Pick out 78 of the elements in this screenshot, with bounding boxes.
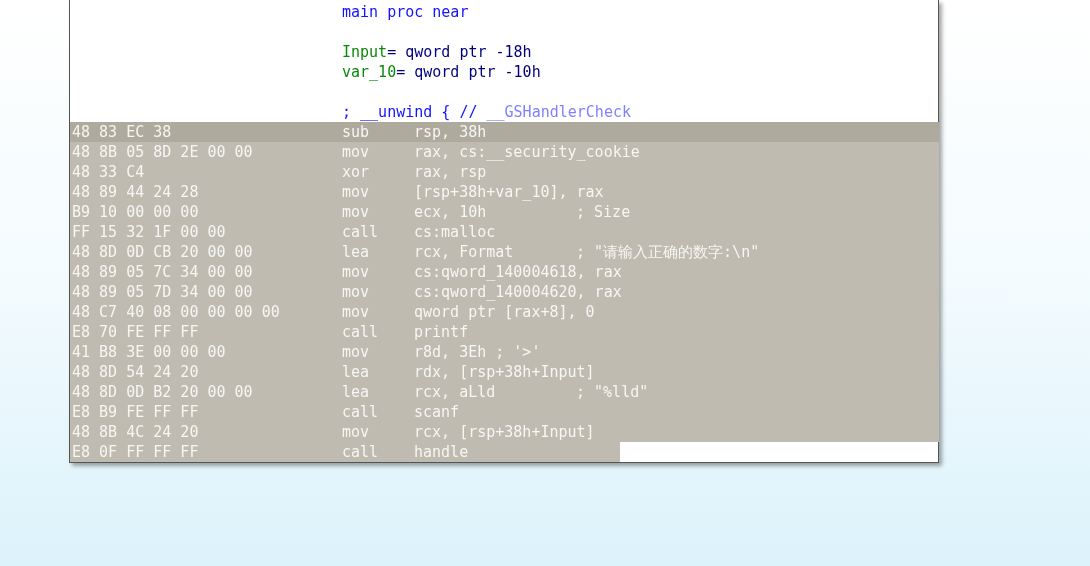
operands: qword ptr [rax+8], 0 [414,302,595,322]
opcode-bytes: 48 8D 54 24 20 [72,362,200,382]
mnemonic: mov [342,262,371,282]
opcode-bytes: 48 89 05 7D 34 00 00 [72,282,254,302]
code-text: main proc near [342,3,469,21]
opcode-bytes: 48 89 44 24 28 [72,182,200,202]
operands: rcx, aLld [414,382,497,402]
operands: cs:qword_140004618, rax [414,262,622,282]
code-text: var_10 [342,63,397,81]
instruction-row[interactable]: 48 83 EC 38 sub rsp, 38h [70,122,939,142]
opcode-bytes: 48 8D 0D B2 20 00 00 [72,382,254,402]
operands: printf [414,322,470,342]
opcode-bytes: E8 0F FF FF FF [72,442,200,462]
instruction-row[interactable]: 48 8D 54 24 20 lea rdx, [rsp+38h+Input] [70,362,939,382]
instruction-row[interactable]: B9 10 00 00 00 mov ecx, 10h ; Size [70,202,939,222]
operands: cs:malloc [414,222,497,242]
code-text: = qword ptr -18h [387,43,532,61]
instruction-row[interactable]: 48 8D 0D CB 20 00 00 lea rcx, Format ; "请输入正确的数字:\n" [70,242,939,262]
instruction-row[interactable]: 41 B8 3E 00 00 00 mov r8d, 3Eh ; '>' [70,342,939,362]
code-text: Input [342,43,388,61]
operands: rsp, 38h [414,122,488,142]
instruction-row[interactable]: E8 0F FF FF FF call handle [70,442,620,462]
instruction-row[interactable]: E8 B9 FE FF FF call scanf [70,402,939,422]
opcode-bytes: B9 10 00 00 00 [72,202,200,222]
instruction-row[interactable]: E8 70 FE FF FF call printf [70,322,939,342]
operands: rcx, [rsp+38h+Input] [414,422,595,442]
code-text: ; __unwind { // [342,103,479,121]
comment: ; "%lld" [576,382,649,402]
opcode-bytes: 48 C7 40 08 00 00 00 00 [72,302,281,322]
operands: rdx, [rsp+38h+Input] [414,362,595,382]
instruction-row[interactable]: 48 89 05 7D 34 00 00 mov cs:qword_140004620, rax [70,282,939,302]
instruction-row[interactable]: 48 33 C4 xor rax, rsp [70,162,939,182]
instruction-row[interactable]: 48 89 05 7C 34 00 00 mov cs:qword_140004618, rax [70,262,939,282]
mnemonic: mov [342,282,371,302]
operands: scanf [414,402,461,422]
mnemonic: mov [342,342,371,362]
mnemonic: mov [342,202,371,222]
opcode-bytes: 48 33 C4 [72,162,146,182]
instruction-row[interactable]: 48 C7 40 08 00 00 00 00 mov qword ptr [rax+8], 0 [70,302,939,322]
instruction-row[interactable]: 48 8B 05 8D 2E 00 00 mov rax, cs:__security_cookie [70,142,939,162]
opcode-bytes: 48 83 EC 38 [72,122,173,142]
mnemonic: lea [342,362,371,382]
operands: cs:qword_140004620, rax [414,282,622,302]
mnemonic: mov [342,422,371,442]
mnemonic: call [342,222,380,242]
operands: [rsp+38h+var_10], rax [414,182,604,202]
operands: rcx, Format [414,242,515,262]
mnemonic: call [342,442,380,462]
operands: rax, rsp [414,162,488,182]
comment: ; Size [576,202,631,222]
mnemonic: call [342,322,380,342]
mnemonic: xor [342,162,371,182]
mnemonic: sub [342,122,371,142]
instruction-row[interactable]: 48 89 44 24 28 mov [rsp+38h+var_10], rax [70,182,939,202]
opcode-bytes: E8 B9 FE FF FF [72,402,200,422]
opcode-bytes: FF 15 32 1F 00 00 [72,222,227,242]
instruction-row[interactable]: 48 8D 0D B2 20 00 00 lea rcx, aLld ; "%lld" [70,382,939,402]
code-text: __GSHandlerCheck [486,103,631,121]
mnemonic: lea [342,382,371,402]
mnemonic: mov [342,182,371,202]
mnemonic: mov [342,302,371,322]
operands: rax, cs:__security_cookie [414,142,640,162]
opcode-bytes: 48 89 05 7C 34 00 00 [72,262,254,282]
instruction-row[interactable]: 48 8B 4C 24 20 mov rcx, [rsp+38h+Input] [70,422,939,442]
operands: ecx, 10h [414,202,488,222]
mnemonic: mov [342,142,371,162]
operands: handle [414,442,470,462]
opcode-bytes: 48 8B 4C 24 20 [72,422,200,442]
instruction-row[interactable]: FF 15 32 1F 00 00 call cs:malloc [70,222,939,242]
mnemonic: lea [342,242,371,262]
opcode-bytes: 41 B8 3E 00 00 00 [72,342,227,362]
code-text: = qword ptr -10h [396,63,541,81]
comment: ; "请输入正确的数字:\n" [576,242,760,262]
operands: r8d, 3Eh ; '>' [414,342,542,362]
opcode-bytes: 48 8B 05 8D 2E 00 00 [72,142,254,162]
opcode-bytes: E8 70 FE FF FF [72,322,200,342]
mnemonic: call [342,402,380,422]
opcode-bytes: 48 8D 0D CB 20 00 00 [72,242,254,262]
